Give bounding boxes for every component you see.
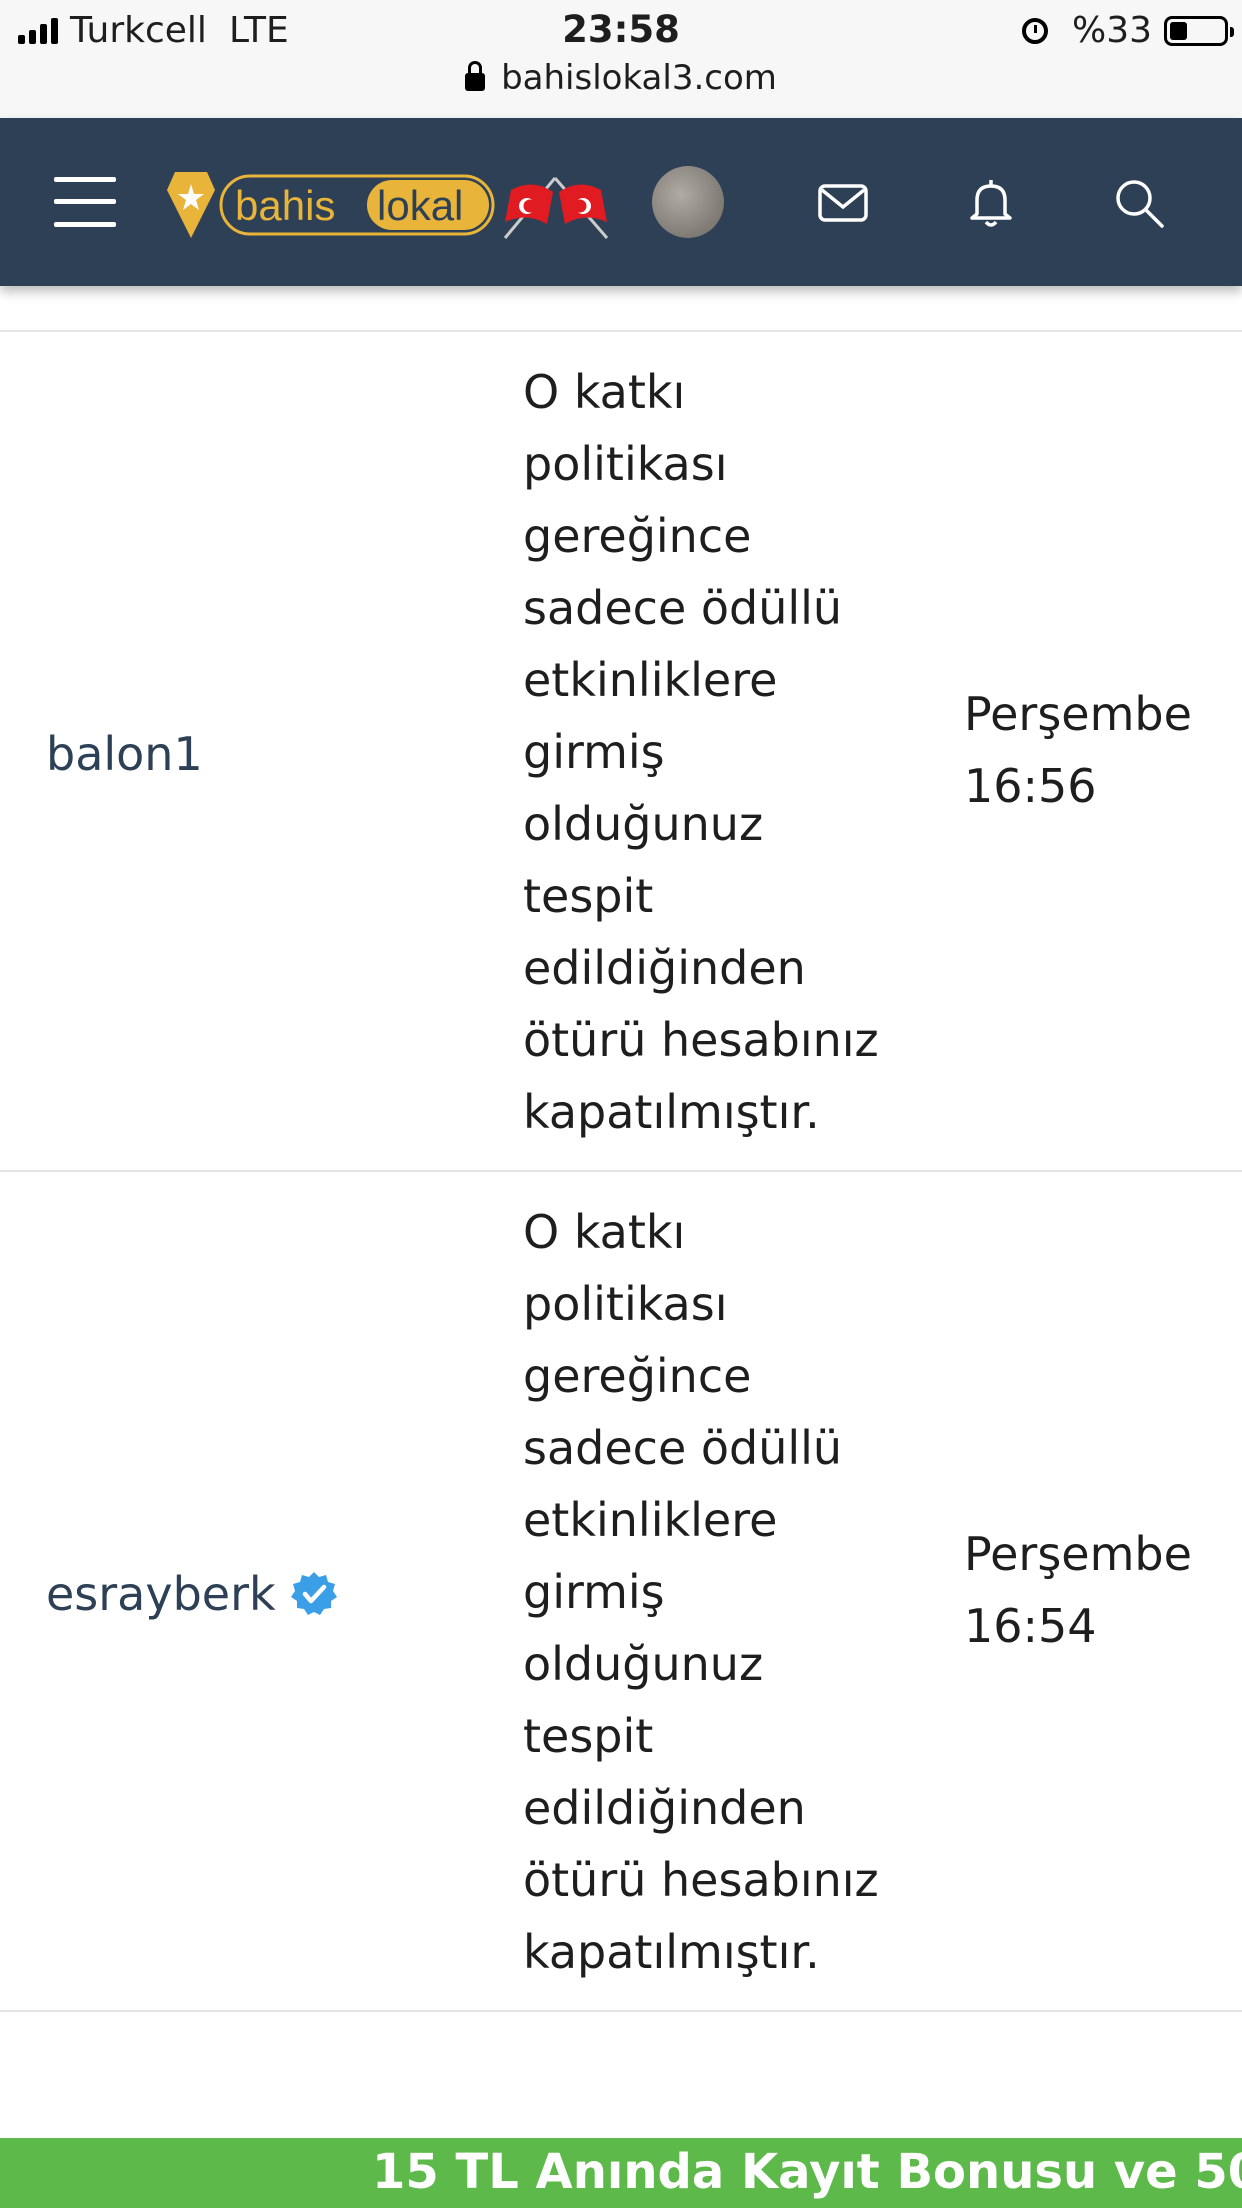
reason-line: etkinliklere (523, 1493, 778, 1547)
reason-line: gereğince (523, 1349, 752, 1403)
reason-line: girmiş (523, 725, 665, 779)
reason-line: O katkı (523, 1205, 686, 1259)
date-day: Perşembe (964, 687, 1192, 741)
reason-line: kapatılmıştır. (523, 1925, 820, 1979)
reason-line: ötürü hesabınız (523, 1013, 879, 1067)
username-link[interactable]: esrayberk (46, 1567, 338, 1621)
reason-line: sadece ödüllü (523, 581, 843, 635)
mail-icon[interactable] (816, 176, 870, 230)
table-row: esrayberk O katkı politikası gereğince s… (0, 1172, 1242, 2012)
reason-line: tespit (523, 1709, 654, 1763)
reason-line: tespit (523, 869, 654, 923)
username-text: esrayberk (46, 1567, 276, 1621)
battery-icon (1164, 15, 1234, 46)
bell-icon[interactable] (964, 176, 1018, 230)
ban-reason: O katkı politikası gereğince sadece ödül… (523, 1196, 883, 1988)
reason-line: sadece ödüllü (523, 1421, 843, 1475)
promo-banner-text: 15 TL Anında Kayıt Bonusu ve 500 TL İlk (372, 2144, 1242, 2200)
reason-line: edildiğinden (523, 941, 806, 995)
reason-line: girmiş (523, 1565, 665, 1619)
reason-line: gereğince (523, 509, 752, 563)
username-text: balon1 (46, 727, 203, 781)
site-header: bahis lokal (0, 118, 1242, 286)
reason-line: edildiğinden (523, 1781, 806, 1835)
promo-banner[interactable]: 15 TL Anında Kayıt Bonusu ve 500 TL İlk (0, 2138, 1242, 2208)
battery-fill (1170, 21, 1188, 40)
reason-line: etkinliklere (523, 653, 778, 707)
verified-badge-icon (290, 1572, 337, 1615)
ban-date: Perşembe 16:56 (964, 678, 1204, 822)
site-logo[interactable]: bahis lokal (155, 168, 610, 242)
reason-line: politikası (523, 437, 728, 491)
status-bar: Turkcell LTE 23:58 %33 bahislokal3.com (0, 0, 1242, 118)
reason-line: olduğunuz (523, 797, 764, 851)
menu-icon[interactable] (54, 177, 116, 227)
ban-date: Perşembe 16:54 (964, 1518, 1204, 1662)
user-avatar[interactable] (652, 166, 724, 238)
reason-line: olduğunuz (523, 1637, 764, 1691)
logo-text-bahis: bahis (235, 182, 335, 229)
status-right: %33 (1021, 10, 1234, 51)
alarm-icon (1021, 17, 1048, 44)
username-link[interactable]: balon1 (46, 727, 203, 781)
reason-line: ötürü hesabınız (523, 1853, 879, 1907)
reason-line: O katkı (523, 365, 686, 419)
search-icon[interactable] (1112, 176, 1166, 230)
lock-icon (465, 61, 486, 91)
address-bar[interactable]: bahislokal3.com (0, 58, 1242, 98)
ban-reason: O katkı politikası gereğince sadece ödül… (523, 356, 883, 1148)
table-row: balon1 O katkı politikası gereğince sade… (0, 332, 1242, 1172)
reason-line: kapatılmıştır. (523, 1085, 820, 1139)
date-day: Perşembe (964, 1527, 1192, 1581)
reason-line: politikası (523, 1277, 728, 1331)
url-text: bahislokal3.com (501, 58, 777, 98)
battery-percent: %33 (1071, 10, 1152, 51)
date-time: 16:54 (964, 1599, 1097, 1653)
date-time: 16:56 (964, 759, 1097, 813)
logo-text-lokal: lokal (377, 182, 463, 229)
